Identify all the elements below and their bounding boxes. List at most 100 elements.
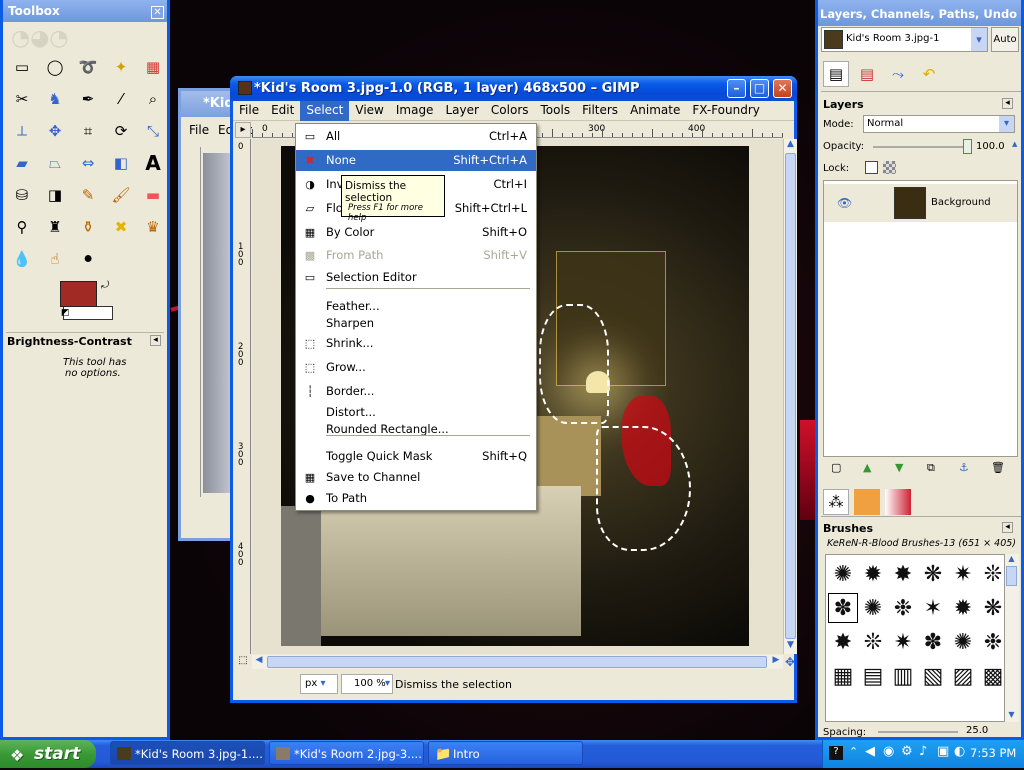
layer-row[interactable]: 👁 Background (824, 184, 1017, 222)
close-button[interactable]: ✕ (773, 79, 792, 98)
brush-thumbnail[interactable]: ❊ (858, 627, 888, 657)
menu-item-none[interactable]: ✖ None Shift+Ctrl+A (296, 150, 536, 171)
horizontal-scrollbar[interactable]: ◀ ▶ (252, 655, 783, 669)
start-button[interactable]: ❖ start (0, 740, 96, 768)
configure-tab-icon[interactable]: ◂ (1002, 98, 1013, 109)
spacing-value[interactable]: 25.0 (966, 725, 988, 736)
brush-scrollbar[interactable]: ▲ ▼ (1005, 554, 1019, 722)
vertical-scrollbar[interactable]: ▲ ▼ (783, 139, 797, 654)
undo-tab-icon[interactable]: ↶ (916, 61, 942, 87)
foreground-color-swatch[interactable] (60, 281, 97, 307)
raise-layer-icon[interactable]: ▲ (863, 461, 871, 474)
menu-item-shrink[interactable]: ⬚ Shrink... (296, 333, 536, 354)
brush-thumbnail[interactable]: ✷ (888, 627, 918, 657)
menu-item-grow[interactable]: ⬚ Grow... (296, 357, 536, 378)
brush-thumbnail[interactable]: ▩ (978, 661, 1004, 691)
bucket-fill-icon[interactable]: ⛁ (9, 182, 35, 208)
brush-thumbnail[interactable]: ✽ (828, 593, 858, 623)
text-icon[interactable]: A (140, 150, 166, 176)
shear-icon[interactable]: ▰ (9, 150, 35, 176)
menu-item-save-to-channel[interactable]: ▦ Save to Channel (296, 467, 536, 488)
move-icon[interactable]: ✥ (42, 118, 68, 144)
zoom-select[interactable]: 100 % ▾ (341, 674, 393, 694)
menu-file[interactable]: File (233, 101, 265, 121)
anchor-layer-icon[interactable]: ⚓ (959, 461, 969, 474)
horizontal-scroll-thumb[interactable] (267, 656, 767, 668)
scroll-right-icon[interactable]: ▶ (769, 655, 783, 669)
cage-icon[interactable]: ◧ (108, 150, 134, 176)
brush-thumbnail[interactable]: ✸ (828, 627, 858, 657)
menu-item-selection-editor[interactable]: ▭ Selection Editor (296, 267, 536, 288)
scroll-up-icon[interactable]: ▲ (784, 139, 797, 153)
dodge-burn-icon[interactable]: ⚫ (75, 246, 101, 272)
brush-grid[interactable]: ✺ ✹ ✸ ❋ ✷ ❊ ✽ ✺ ❉ ✶ ✹ ❋ ✸ ❊ ✷ ✽ ✺ ❉ ▦ ▤ ▥ ▧ ▨ ▩ (825, 554, 1005, 722)
scroll-left-icon[interactable]: ◀ (252, 655, 266, 669)
new-layer-icon[interactable]: ▢ (831, 461, 841, 474)
delete-layer-icon[interactable]: 🗑 (991, 461, 1005, 474)
opacity-slider-handle[interactable] (963, 139, 972, 154)
menu-colors[interactable]: Colors (485, 101, 535, 121)
ellipse-select-icon[interactable]: ◯ (42, 54, 68, 80)
unit-select[interactable]: px ▾ (300, 674, 338, 694)
gradients-tab-icon[interactable] (885, 489, 911, 515)
brush-thumbnail[interactable]: ▥ (888, 661, 918, 691)
crop-icon[interactable]: ⌗ (75, 118, 101, 144)
back-menu-file[interactable]: File (189, 123, 209, 137)
layers-tab-icon[interactable]: ▤ (823, 61, 849, 87)
menu-item-rounded-rectangle[interactable]: Rounded Rectangle... (296, 419, 536, 440)
brush-thumbnail[interactable]: ▧ (918, 661, 948, 691)
foreground-select-icon[interactable]: ♞ (42, 86, 68, 112)
vertical-scroll-thumb[interactable] (785, 153, 796, 639)
brush-thumbnail[interactable]: ❉ (978, 627, 1004, 657)
chevron-up-icon[interactable]: ⌃ (849, 745, 858, 758)
clone-icon[interactable]: ⚱ (75, 214, 101, 240)
menu-item-by-color[interactable]: ▦ By Color Shift+O (296, 222, 536, 243)
airbrush-icon[interactable]: ⚲ (9, 214, 35, 240)
opacity-value[interactable]: 100.0 (976, 139, 1012, 155)
lock-pixels-checkbox[interactable] (865, 161, 878, 174)
toolbox-close-button[interactable]: ✕ (151, 6, 164, 19)
duplicate-layer-icon[interactable]: ⧉ (927, 461, 935, 475)
brush-thumbnail[interactable]: ✺ (858, 593, 888, 623)
back-image-window[interactable]: *Kid File Ed (178, 88, 238, 541)
brushes-tab-icon[interactable]: ⁂ (823, 489, 849, 515)
scroll-down-icon[interactable]: ▼ (784, 640, 797, 654)
auto-button[interactable]: Auto (991, 27, 1019, 52)
channels-tab-icon[interactable]: ▤ (854, 61, 880, 87)
spacing-slider[interactable] (878, 731, 958, 733)
menu-fxfoundry[interactable]: FX-Foundry (686, 101, 766, 121)
lasso-icon[interactable]: ➰ (75, 54, 101, 80)
maximize-button[interactable]: □ (750, 79, 769, 98)
brush-thumbnail[interactable]: ✺ (948, 627, 978, 657)
smudge-icon[interactable]: ☝ (42, 246, 68, 272)
chevron-down-icon[interactable]: ▾ (971, 28, 987, 51)
toolbox-titlebar[interactable]: Toolbox (3, 0, 167, 22)
menu-animate[interactable]: Animate (624, 101, 686, 121)
scale-icon[interactable]: ⤡ (140, 118, 166, 144)
color-picker-icon[interactable]: ⁄ (108, 86, 134, 112)
opacity-slider[interactable] (873, 146, 968, 148)
menu-item-toggle-quick-mask[interactable]: Toggle Quick Mask Shift+Q (296, 446, 536, 467)
perspective-clone-icon[interactable]: ♛ (140, 214, 166, 240)
rect-select-icon[interactable]: ▭ (9, 54, 35, 80)
speaker-icon[interactable]: ♪ (919, 744, 927, 759)
paths-tab-icon[interactable]: ⤳ (885, 61, 911, 87)
scissors-icon[interactable]: ✂ (9, 86, 35, 112)
lower-layer-icon[interactable]: ▼ (895, 461, 903, 474)
blend-icon[interactable]: ◨ (42, 182, 68, 208)
by-color-select-icon[interactable]: ▦ (140, 54, 166, 80)
paintbrush-icon[interactable]: 🖌 (108, 182, 134, 208)
brush-thumbnail[interactable]: ✶ (918, 593, 948, 623)
pencil-icon[interactable]: ✎ (75, 182, 101, 208)
mode-select[interactable]: Normal ▾ (863, 115, 1015, 133)
scroll-up-icon[interactable]: ▲ (1005, 554, 1018, 566)
fuzzy-select-icon[interactable]: ✦ (108, 54, 134, 80)
rotate-icon[interactable]: ⟳ (108, 118, 134, 144)
minimize-button[interactable]: – (727, 79, 746, 98)
menu-image[interactable]: Image (390, 101, 440, 121)
brush-thumbnail[interactable]: ❋ (978, 593, 1004, 623)
image-window-titlebar[interactable]: *Kid's Room 3.jpg-1.0 (RGB, 1 layer) 468… (230, 76, 797, 101)
taskbar-task[interactable]: *Kid's Room 3.jpg-1.... (110, 741, 265, 765)
tray-app-icon[interactable]: ◉ (883, 744, 894, 759)
menu-tools[interactable]: Tools (535, 101, 577, 121)
